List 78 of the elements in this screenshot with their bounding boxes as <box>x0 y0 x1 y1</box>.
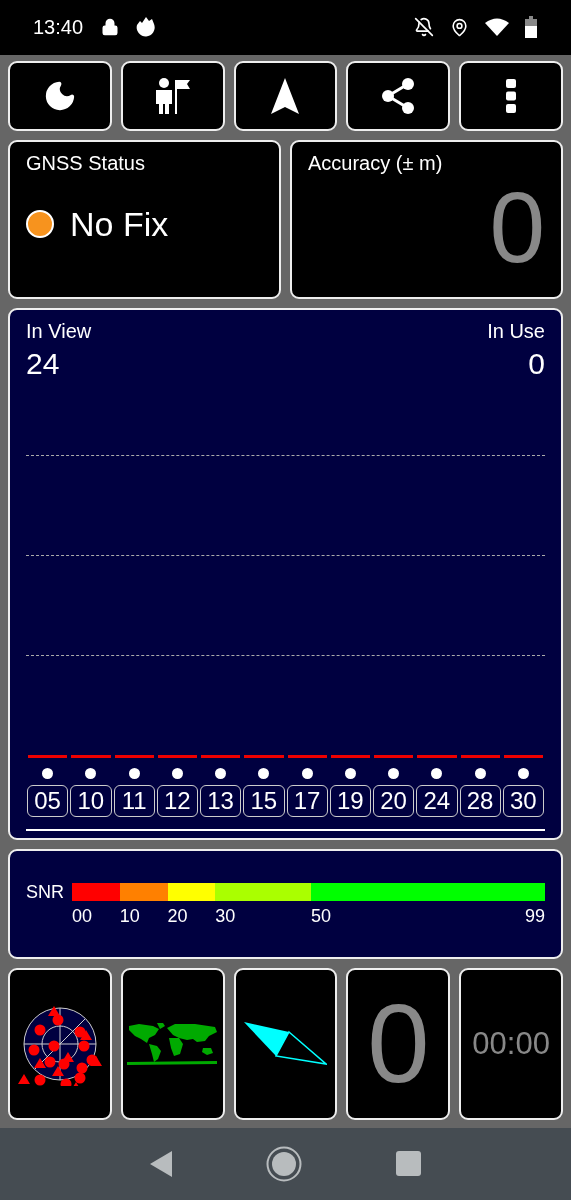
signal-bar <box>417 754 457 758</box>
signal-bar <box>503 754 543 758</box>
accuracy-value: 0 <box>489 176 545 277</box>
snr-tick: 30 <box>215 905 236 927</box>
wifi-icon <box>485 18 509 37</box>
satellite-id: 20 <box>373 784 415 817</box>
satellite-dot <box>301 767 313 779</box>
satellite-dot <box>431 767 443 779</box>
satellite-id: 05 <box>27 784 69 817</box>
satellite-dot <box>42 767 54 779</box>
satellite-id: 12 <box>156 784 198 817</box>
snr-tick: 99 <box>525 905 545 927</box>
back-icon[interactable] <box>150 1150 172 1177</box>
satellite-dot <box>215 767 227 779</box>
compass-tile[interactable] <box>233 967 338 1120</box>
signal-bar <box>71 754 111 758</box>
night-button[interactable] <box>8 60 112 131</box>
satellite-id: 24 <box>416 784 458 817</box>
satellite-dot <box>128 767 140 779</box>
goal-button[interactable] <box>120 60 225 131</box>
more-button[interactable] <box>459 60 563 131</box>
navigate-button[interactable] <box>233 60 338 131</box>
signal-bar <box>330 754 370 758</box>
satellite-dot <box>517 767 529 779</box>
location-icon <box>450 17 469 37</box>
clock-time: 13:40 <box>33 15 84 39</box>
radar-tile[interactable] <box>8 967 112 1120</box>
map-tile[interactable] <box>120 967 225 1120</box>
speed-value: 0 <box>367 987 430 1100</box>
signal-bar <box>157 754 197 758</box>
snr-tick: 10 <box>119 905 140 927</box>
fix-status-dot <box>26 210 54 239</box>
card-title: Accuracy (± m) <box>308 151 444 175</box>
satellite-id: 15 <box>243 784 285 817</box>
signal-bar <box>201 754 241 758</box>
satellite-id: 17 <box>286 784 328 817</box>
in-use-label: In Use <box>487 319 545 343</box>
timer-value: 00:00 <box>472 1028 550 1060</box>
number-tile[interactable]: 0 <box>346 967 451 1120</box>
more-icon <box>506 78 517 113</box>
satellite-dot <box>388 767 400 779</box>
signal-bar <box>374 754 414 758</box>
fix-status: No Fix <box>70 204 169 244</box>
in-view-count: 24 <box>26 346 60 381</box>
satellite-dot <box>258 767 270 779</box>
navigation-arrow-icon <box>271 77 300 114</box>
snr-tick: 50 <box>310 905 331 927</box>
satellite-dot <box>344 767 356 779</box>
home-icon[interactable] <box>266 1145 302 1182</box>
satellite-id: 10 <box>70 784 112 817</box>
card-title: GNSS Status <box>26 151 146 175</box>
share-button[interactable] <box>346 60 451 131</box>
in-use-count: 0 <box>528 346 545 381</box>
satellite-id: 28 <box>459 784 501 817</box>
satellite-id: 13 <box>200 784 242 817</box>
recents-icon[interactable] <box>396 1151 421 1177</box>
person-flag-icon <box>153 75 192 116</box>
lock-icon <box>101 18 120 37</box>
snr-label: SNR <box>26 881 64 903</box>
satellite-dot <box>85 767 97 779</box>
signal-bar <box>244 754 284 758</box>
in-view-label: In View <box>26 319 92 343</box>
satellite-id: 30 <box>502 784 544 817</box>
satellite-id: 11 <box>113 784 155 817</box>
satellite-dot <box>474 767 486 779</box>
snr-tick: 20 <box>167 905 188 927</box>
signal-bar <box>287 754 327 758</box>
battery-icon <box>525 16 537 39</box>
satellite-id: 19 <box>329 784 371 817</box>
flame-icon <box>135 16 158 39</box>
signal-bar <box>28 754 68 758</box>
satellite-dot <box>171 767 183 779</box>
share-icon <box>381 77 416 114</box>
signal-bar <box>114 754 154 758</box>
clock-tile[interactable]: 00:00 <box>459 967 563 1120</box>
signal-bar <box>460 754 500 758</box>
snr-tick: 00 <box>72 905 93 927</box>
bell-off-icon <box>414 17 434 38</box>
